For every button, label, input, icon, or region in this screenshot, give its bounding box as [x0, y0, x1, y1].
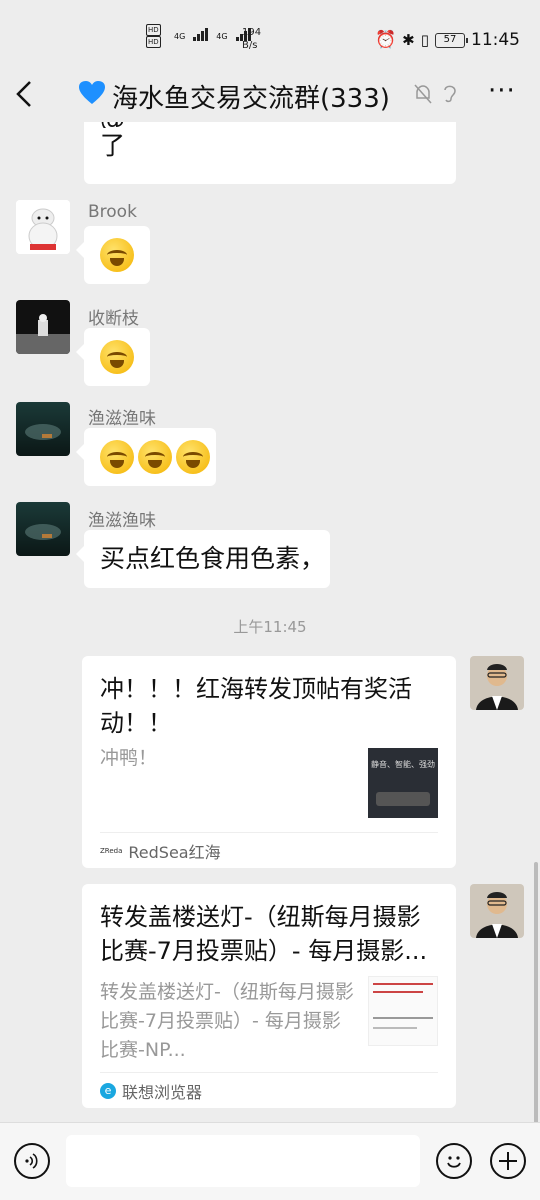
avatar[interactable] — [16, 502, 70, 556]
bluetooth-icon: ✱ — [402, 31, 415, 49]
bell-off-icon — [414, 84, 432, 109]
card-title: 转发盖楼送灯-（纽斯每月摄影比赛-7月投票贴）- 每月摄影... — [100, 903, 428, 965]
avatar[interactable] — [470, 884, 524, 938]
avatar[interactable] — [16, 402, 70, 456]
status-bar: HD HD 4G 4G 194 B/s ⏰ ✱ ▯ 57 11:45 — [0, 0, 540, 70]
link-card[interactable]: 冲！！！红海转发顶帖有奖活动！！ 冲鸭！ 静音、智能、强劲 ZReda RedS… — [82, 656, 456, 868]
voice-icon[interactable] — [14, 1143, 50, 1179]
sender-name: Brook — [88, 202, 137, 222]
alarm-icon: ⏰ — [374, 30, 397, 50]
laughing-crying-emoji-icon — [100, 440, 134, 474]
more-dots-icon[interactable]: ··· — [488, 76, 516, 106]
clock: 11:45 — [471, 30, 520, 50]
laughing-crying-emoji-icon — [176, 440, 210, 474]
message-text-line: 了 — [100, 131, 126, 160]
message-bubble[interactable]: @ 了 — [84, 122, 456, 184]
network-type-label: 4G — [174, 32, 186, 41]
smiley-icon[interactable] — [436, 1143, 472, 1179]
link-card[interactable]: 转发盖楼送灯-（纽斯每月摄影比赛-7月投票贴）- 每月摄影... 转发盖楼送灯-… — [82, 884, 456, 1108]
battery-icon: 57 — [435, 32, 468, 48]
avatar[interactable] — [16, 200, 70, 254]
card-thumbnail — [368, 976, 438, 1046]
redsea-logo-icon: ZReda — [100, 846, 123, 855]
network-type-label: 4G — [216, 32, 228, 41]
laughing-crying-emoji-icon — [138, 440, 172, 474]
status-right-group: ⏰ ✱ ▯ 57 11:45 — [375, 30, 520, 50]
chat-title-group[interactable]: 海水鱼交易交流群(333) — [78, 78, 390, 115]
card-source: ZReda RedSea红海 — [100, 832, 438, 868]
hd-label: HD — [146, 36, 161, 48]
timestamp: 上午11:45 — [233, 618, 307, 636]
input-bar — [0, 1122, 540, 1200]
card-thumbnail: 静音、智能、强劲 — [368, 748, 438, 818]
thumbnail-caption: 静音、智能、强劲 — [371, 760, 435, 769]
chat-title: 海水鱼交易交流群(333) — [112, 84, 390, 114]
sender-name: 渔滋渔味 — [88, 511, 156, 531]
card-description: 转发盖楼送灯-（纽斯每月摄影比赛-7月投票贴）- 每月摄影比赛-NP... — [100, 981, 354, 1061]
signal-bars-icon — [193, 28, 209, 41]
message-bubble[interactable] — [76, 226, 150, 284]
message-text: 买点红色食用色素， — [100, 544, 326, 573]
lenovo-browser-icon: e — [100, 1082, 116, 1099]
signal-icon: 4G 4G — [174, 28, 251, 41]
laughing-crying-emoji-icon — [100, 340, 134, 374]
plus-icon[interactable] — [490, 1143, 526, 1179]
chat-area[interactable]: @ 了 Brook 收断枝 渔滋渔味 渔滋渔味 买点红色食用色素， 上午11:4… — [0, 122, 540, 1122]
vibrate-icon: ▯ — [420, 31, 429, 49]
sender-name: 收断枝 — [88, 309, 139, 329]
blue-heart-icon — [78, 80, 106, 113]
network-hd-indicator: HD HD — [146, 24, 161, 48]
card-title: 冲！！！红海转发顶帖有奖活动！！ — [100, 675, 412, 737]
laughing-crying-emoji-icon — [100, 238, 134, 272]
ear-icon — [442, 82, 458, 109]
avatar[interactable] — [470, 656, 524, 710]
network-speed: 194 B/s — [242, 26, 261, 52]
message-text-line: @ — [100, 122, 440, 128]
card-source-name: 联想浏览器 — [122, 1082, 203, 1102]
chat-header: 海水鱼交易交流群(333) ··· — [0, 70, 540, 122]
network-speed-value: 194 — [242, 27, 262, 38]
message-bubble[interactable] — [76, 428, 216, 486]
message-bubble[interactable]: 买点红色食用色素， — [76, 530, 330, 588]
card-source: e 联想浏览器 — [100, 1072, 438, 1108]
avatar[interactable] — [16, 300, 70, 354]
chevron-left-icon[interactable] — [16, 80, 32, 114]
network-speed-unit: B/s — [242, 40, 258, 51]
hd-label: HD — [146, 24, 161, 36]
card-source-name: RedSea红海 — [128, 842, 221, 862]
message-bubble[interactable] — [76, 328, 150, 386]
message-input[interactable] — [66, 1135, 420, 1187]
sender-name: 渔滋渔味 — [88, 409, 156, 429]
scrollbar[interactable] — [534, 862, 538, 1122]
